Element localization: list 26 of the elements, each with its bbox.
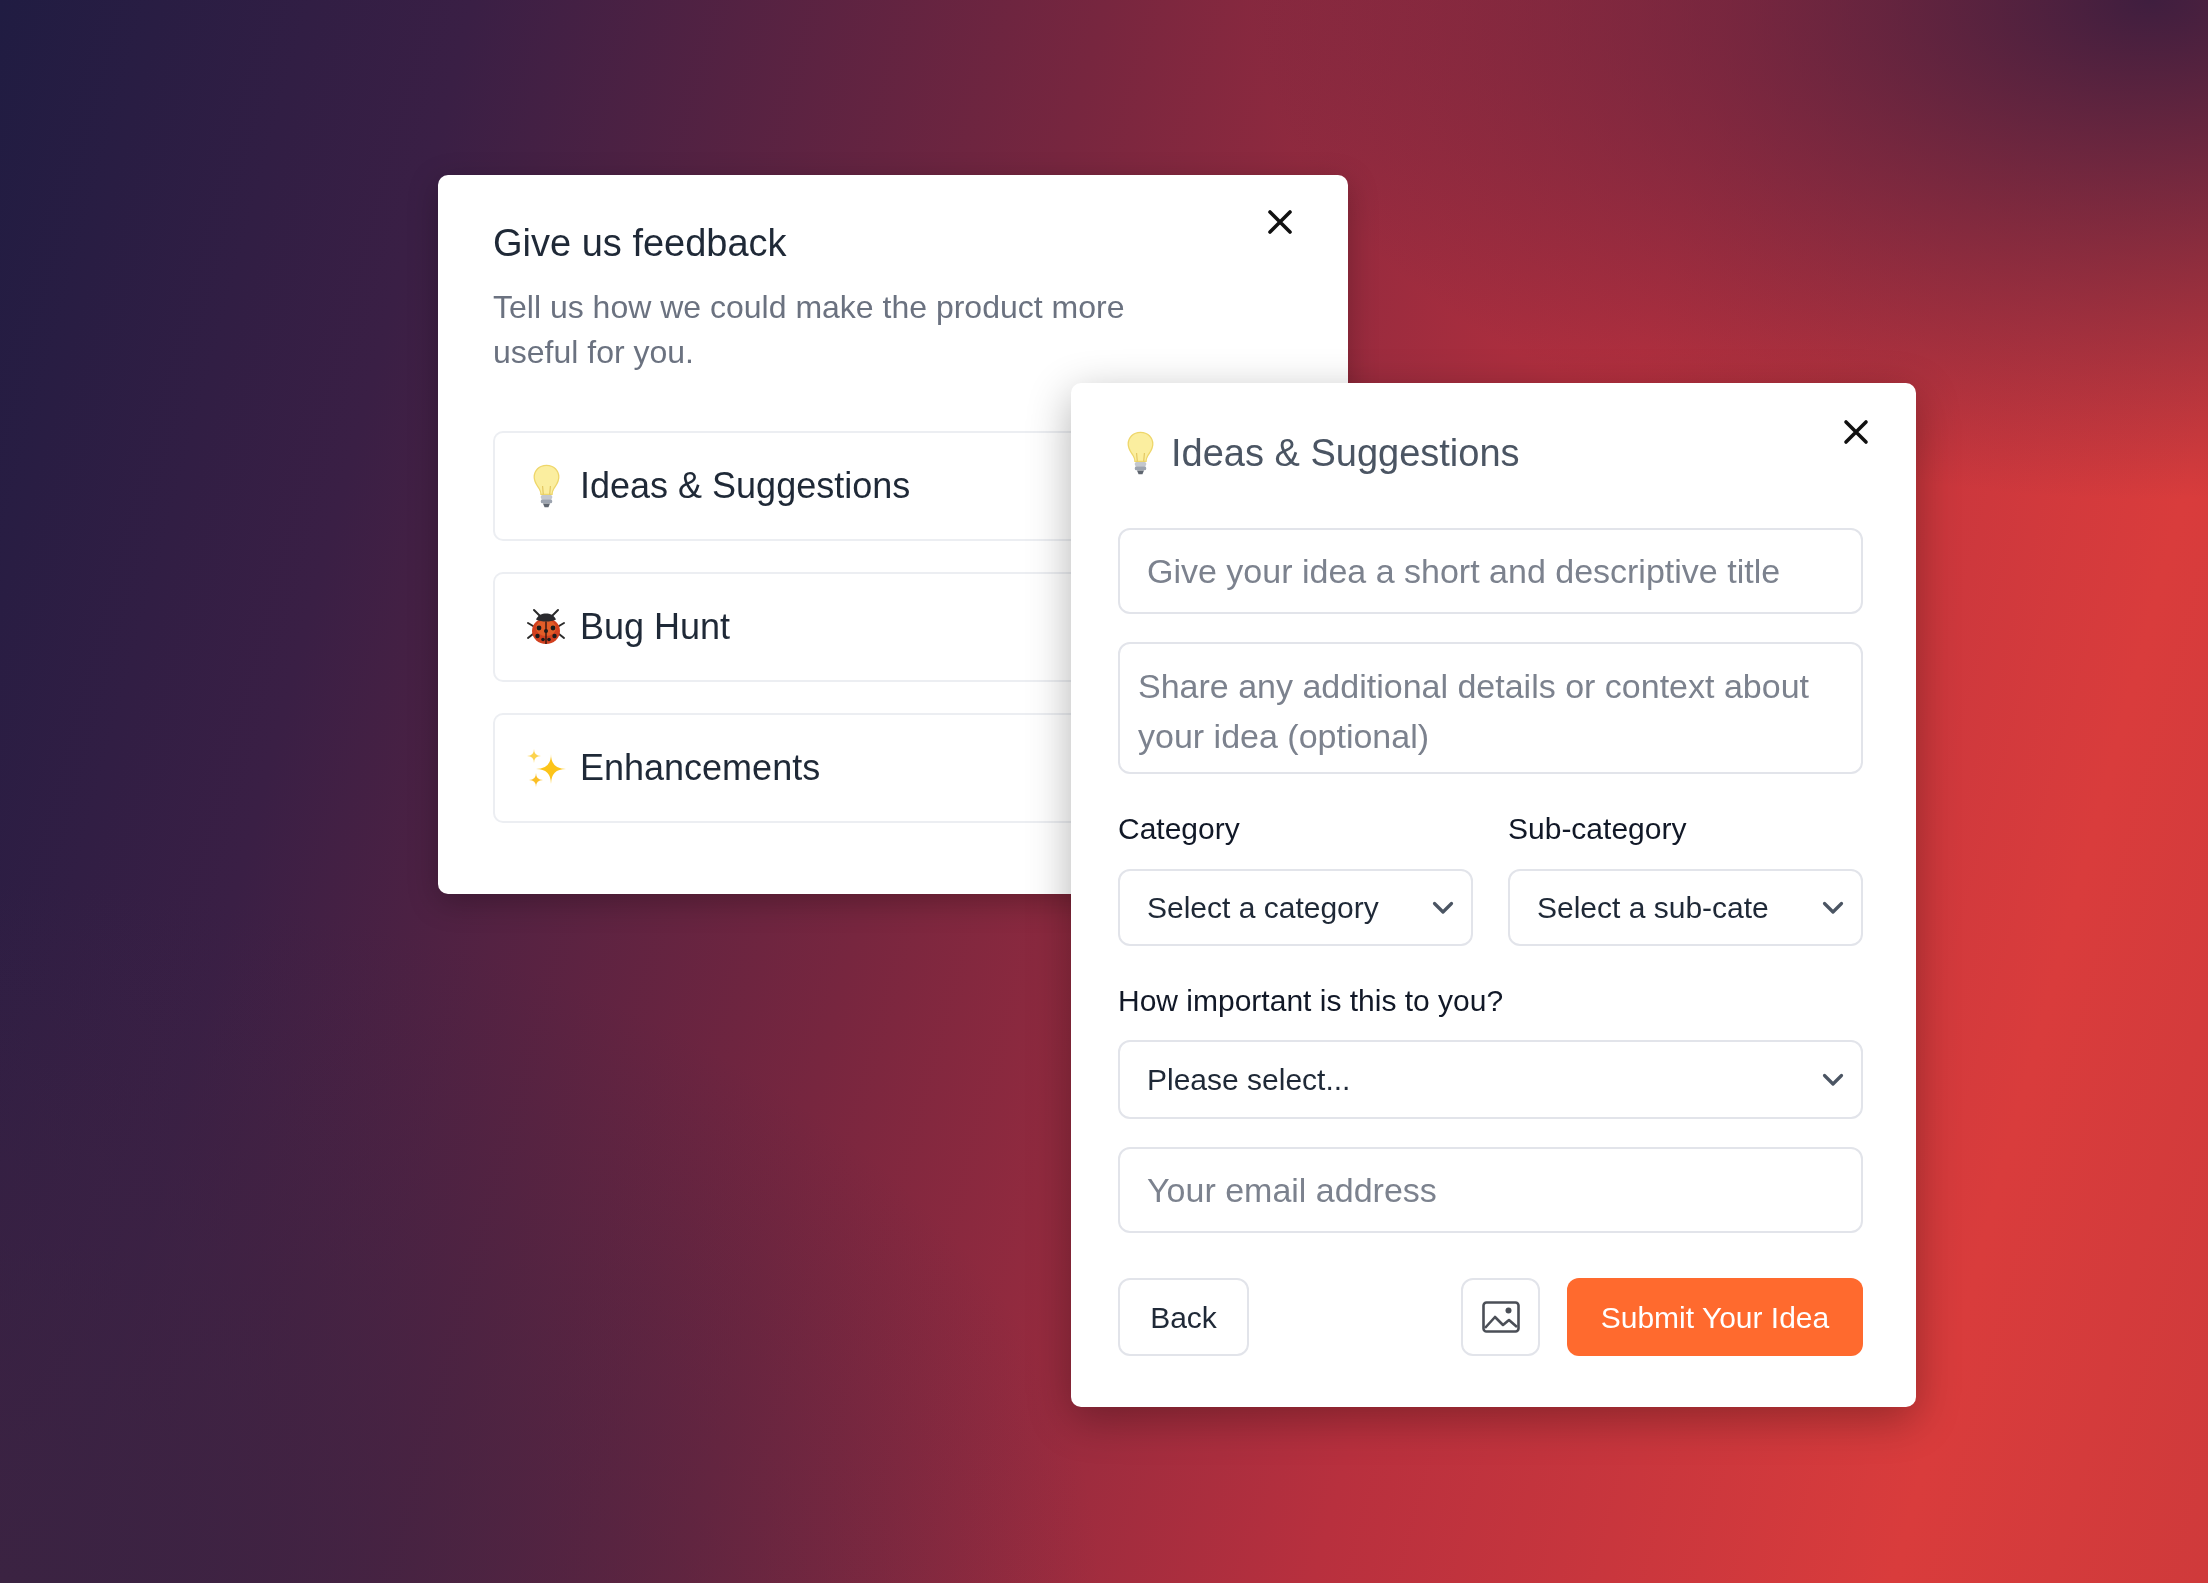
category-label: Category — [1118, 811, 1241, 847]
dialog-title: Give us feedback — [493, 221, 787, 266]
sub-category-select[interactable]: Select a sub-cate — [1508, 869, 1863, 946]
form-title: Ideas & Suggestions — [1171, 431, 1520, 476]
details-textarea[interactable]: Share any additional details or context about your idea (optional) — [1118, 642, 1863, 774]
feedback-type-option[interactable]: Ideas & Suggestions — [493, 431, 1071, 541]
feedback-type-option[interactable]: Bug Hunt — [493, 572, 1071, 682]
sub-category-label: Sub-category — [1508, 811, 1688, 847]
close-icon — [1267, 209, 1293, 235]
importance-label: How important is this to you? — [1118, 983, 1505, 1019]
ladybug-icon — [526, 607, 566, 647]
chevron-down-icon — [1822, 900, 1844, 915]
category-select[interactable]: Select a category — [1118, 869, 1473, 946]
feedback-type-option[interactable]: Enhancements — [493, 713, 1071, 823]
chevron-down-icon — [1822, 1072, 1844, 1087]
close-button[interactable] — [1267, 209, 1293, 235]
importance-select[interactable]: Please select... — [1118, 1040, 1863, 1119]
back-button[interactable]: Back — [1118, 1278, 1249, 1356]
image-icon — [1481, 1301, 1520, 1333]
email-input[interactable]: Your email address — [1118, 1147, 1863, 1233]
title-input[interactable]: Give your idea a short and descriptive title — [1118, 528, 1863, 614]
dialog-description: Tell us how we could make the product more useful for you. — [493, 288, 1126, 372]
attach-image-button[interactable] — [1461, 1278, 1540, 1356]
close-icon — [1843, 419, 1869, 445]
chevron-down-icon — [1432, 900, 1454, 915]
close-button[interactable] — [1843, 419, 1869, 445]
